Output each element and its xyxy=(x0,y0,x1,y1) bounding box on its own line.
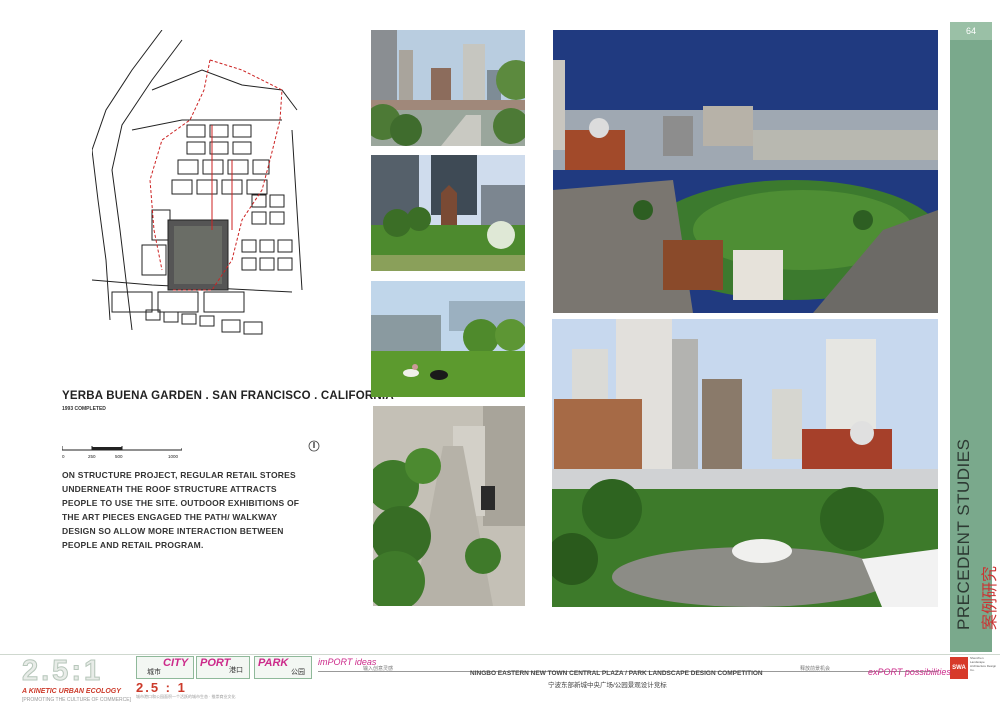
swa-logo: SWA xyxy=(950,657,968,679)
scale-label-500: 500 xyxy=(115,454,123,459)
photo-concert-crowd xyxy=(552,319,938,607)
scale-label-250: 250 xyxy=(88,454,96,459)
tag-city-en: CITY xyxy=(163,657,189,669)
site-plan-map xyxy=(92,30,303,335)
section-title-cn: 案例研究 xyxy=(982,565,999,630)
scale-label-0: 0 xyxy=(62,454,65,459)
page-number: 64 xyxy=(950,22,992,40)
scale-bar: 0 250 500 1000 xyxy=(62,446,182,459)
footer-divider xyxy=(0,654,1000,655)
tag-port-cn: 港口 xyxy=(229,667,243,674)
export-label: exPORT possibilities xyxy=(868,667,951,677)
north-arrow-icon xyxy=(308,440,320,452)
project-year: 1993 COMPLETED xyxy=(62,406,106,412)
tag-city-cn: 城市 xyxy=(147,669,161,676)
photo-aerial-garden xyxy=(553,30,938,313)
logo-ratio: 2.5:1 xyxy=(21,655,104,688)
competition-title-en: NINGBO EASTERN NEW TOWN CENTRAL PLAZA / … xyxy=(470,670,763,677)
photo-people-lawn xyxy=(371,281,525,397)
competition-title-cn: 宁波东部新城中央广场/公园景观设计竞标 xyxy=(548,682,667,689)
logo-ratio-small: 2.5 : 1 xyxy=(136,680,187,695)
section-title-en: PRECEDENT STUDIES xyxy=(954,438,973,630)
tag-park-cn: 公园 xyxy=(291,669,305,676)
tag-port-en: PORT xyxy=(200,657,231,669)
tag-park: PARK 公园 xyxy=(254,656,312,679)
project-description: ON STRUCTURE PROJECT, REGULAR RETAIL STO… xyxy=(62,470,300,550)
logo-tagline-2: [PROMOTING THE CULTURE OF COMMERCE] xyxy=(22,697,131,703)
logo-tagline: A KINETIC URBAN ECOLOGY xyxy=(22,688,121,695)
section-title: PRECEDENT STUDIES 案例研究 xyxy=(936,300,1000,630)
swa-text: Shenzhen Landscape Architecture Design C… xyxy=(970,656,997,672)
photo-church-lawn xyxy=(371,155,525,271)
tag-city: CITY 城市 xyxy=(136,656,194,679)
export-cn: 释放前景机会 xyxy=(800,666,831,672)
tag-port: PORT 港口 xyxy=(196,656,250,679)
tag-park-en: PARK xyxy=(258,657,289,669)
scale-label-1000: 1000 xyxy=(168,454,179,459)
photo-walkway xyxy=(373,406,525,606)
logo-small-cn: 城市港口和公园面积一个活跃的城市生态 · 推崇商业文化 xyxy=(136,694,236,699)
photo-city-street xyxy=(371,30,525,146)
project-title: YERBA BUENA GARDEN . SAN FRANCISCO . CAL… xyxy=(62,390,394,402)
